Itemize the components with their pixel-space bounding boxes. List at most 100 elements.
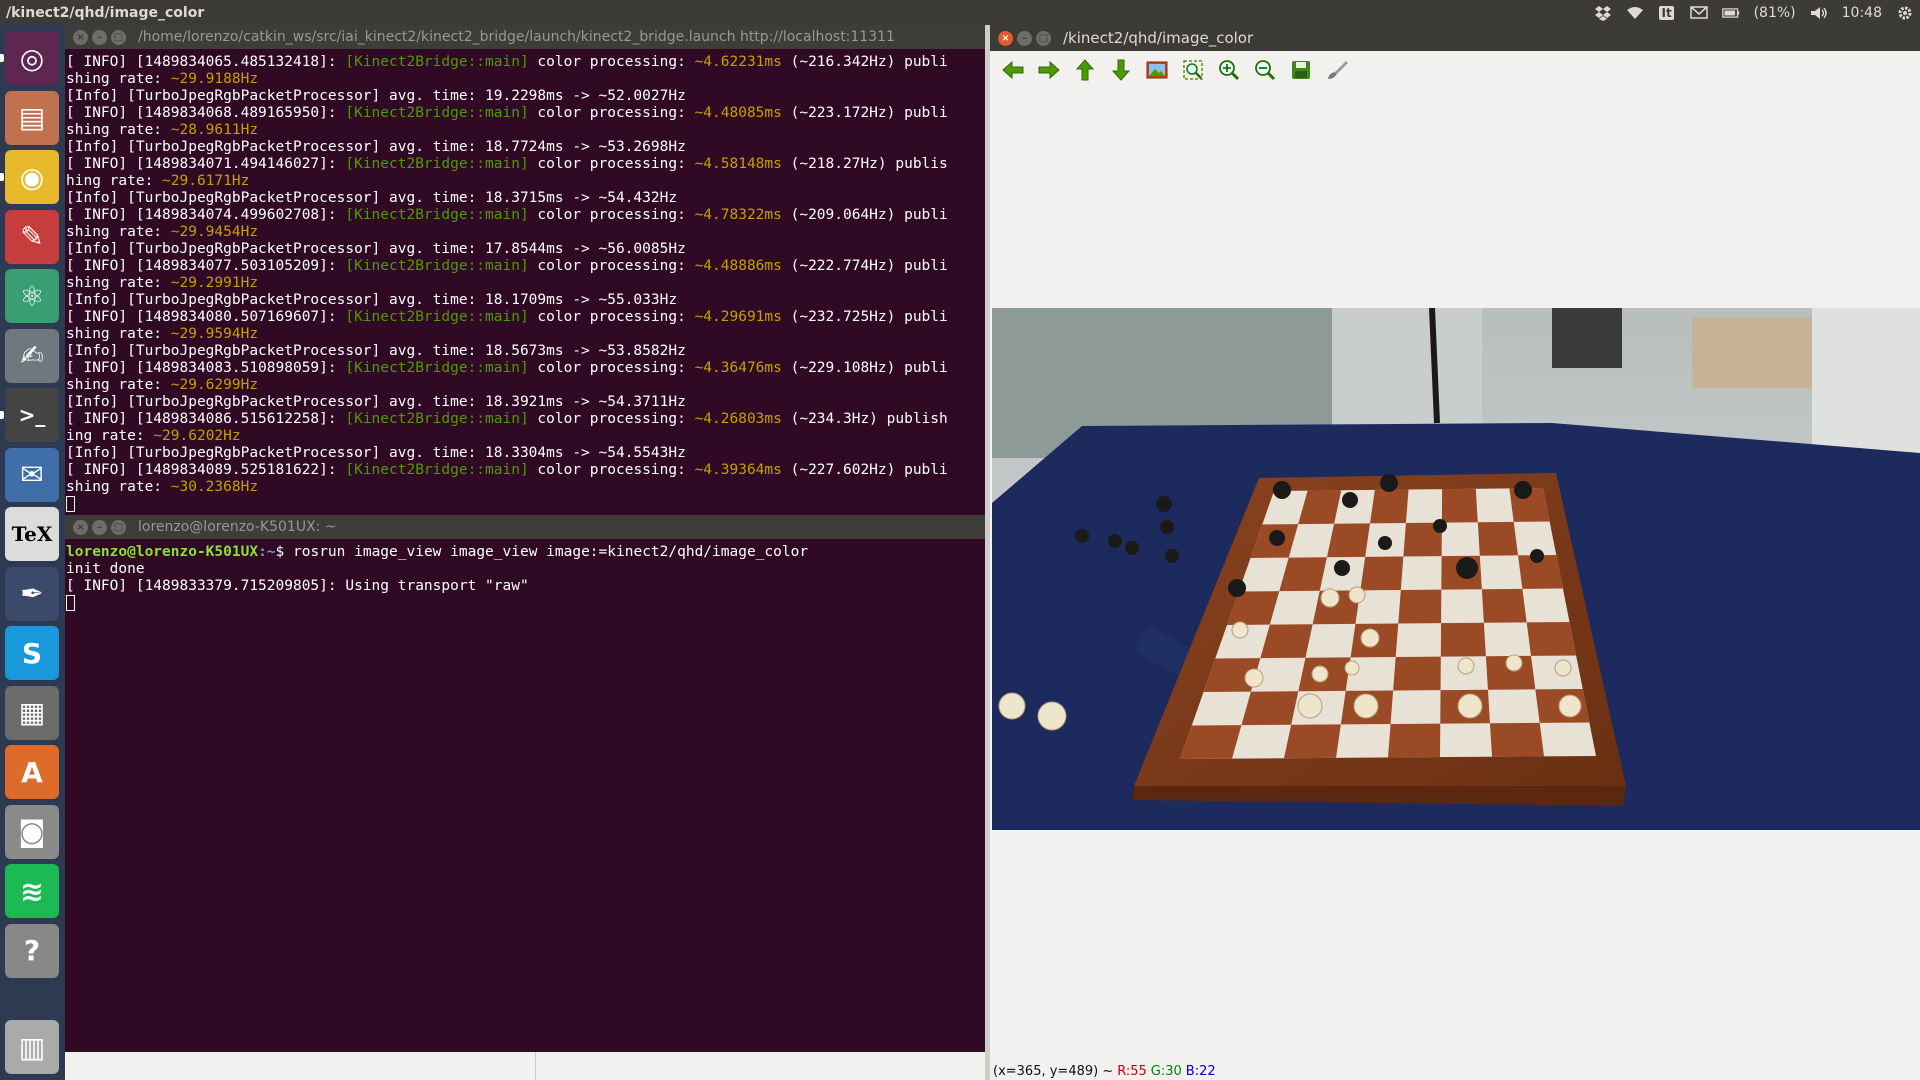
thunderbird-icon[interactable]: ✉ — [5, 447, 59, 502]
texmaker-icon-glyph: TeX — [11, 522, 53, 546]
log-segment: [ INFO] [1489834065.485132418]: — [66, 54, 346, 70]
board-square — [1370, 489, 1409, 524]
image-view-window[interactable]: × – □ /kinect2/qhd/image_color (x=365, y… — [990, 25, 1920, 1080]
terminal-roslaunch[interactable]: × – □ /home/lorenzo/catkin_ws/src/iai_ki… — [65, 25, 985, 515]
log-segment: shing rate: — [66, 122, 171, 138]
pixel-r: R:55 — [1117, 1063, 1147, 1079]
image-view-statusbar: (x=365, y=489) ~ R:55 G:30 B:22 — [993, 1062, 1216, 1080]
terminal-output[interactable]: lorenzo@lorenzo-K501UX:~$ rosrun image_v… — [65, 539, 985, 613]
log-segment: [Info] [TurboJpegRgbPacketProcessor] avg… — [66, 394, 686, 410]
arrow-right-icon[interactable] — [1036, 58, 1061, 83]
log-segment: color processing: — [528, 207, 695, 223]
evince-icon[interactable]: ✎ — [5, 209, 59, 264]
log-segment: ~4.62231ms — [694, 54, 782, 70]
log-segment: (~229.108Hz) publi — [781, 360, 948, 376]
dropbox-icon[interactable] — [1594, 4, 1612, 22]
minimize-button[interactable]: – — [92, 29, 107, 45]
save-icon[interactable] — [1288, 58, 1313, 83]
board-square — [1326, 523, 1371, 558]
zoom-fit-icon[interactable] — [1180, 58, 1205, 83]
volume-icon[interactable] — [1810, 4, 1828, 22]
keyboard-icon[interactable]: It — [1658, 4, 1676, 22]
camera-icon[interactable]: ◙ — [5, 804, 59, 859]
log-segment: color processing: — [528, 54, 695, 70]
image-icon[interactable] — [1144, 58, 1169, 83]
arrow-left-icon[interactable] — [1000, 58, 1025, 83]
spotify-icon[interactable]: ≋ — [5, 864, 59, 918]
log-segment: ~29.9594Hz — [170, 326, 259, 342]
arrow-up-icon[interactable] — [1072, 58, 1097, 83]
log-segment: ~4.48085ms — [694, 105, 782, 121]
top-panel: /kinect2/qhd/image_color It (81%) 10:48 — [0, 0, 1920, 25]
help-icon[interactable]: ? — [5, 923, 59, 978]
terminal-icon[interactable]: >_ — [5, 388, 59, 442]
log-segment: color processing: — [528, 258, 695, 274]
trash-icon-glyph: ▥ — [18, 1030, 46, 1064]
calculator-icon[interactable]: ▦ — [5, 685, 59, 740]
log-segment: shing rate: — [66, 224, 171, 240]
texmaker-icon[interactable]: TeX — [5, 507, 59, 561]
zoom-out-icon[interactable] — [1252, 58, 1277, 83]
chrome-icon[interactable]: ◉ — [5, 150, 59, 204]
log-segment: ~4.78322ms — [694, 207, 782, 223]
log-segment: ~4.36476ms — [694, 360, 782, 376]
mail-icon[interactable] — [1689, 4, 1708, 22]
brush-icon[interactable] — [1324, 58, 1349, 83]
inkscape-icon-glyph: ✒ — [20, 577, 44, 610]
ubuntu-dash-icon[interactable]: ◎ — [5, 31, 59, 85]
log-segment: ~29.6299Hz — [170, 377, 259, 393]
log-segment: (~234.3Hz) publish — [781, 411, 948, 427]
system-tray: It (81%) 10:48 — [1594, 0, 1914, 25]
software-center-icon[interactable]: A — [5, 745, 59, 799]
maximize-button[interactable]: □ — [111, 519, 126, 535]
minimize-button[interactable]: – — [1017, 30, 1032, 46]
minimize-button[interactable]: – — [92, 519, 107, 535]
text-cursor — [66, 595, 75, 611]
trash-icon[interactable]: ▥ — [5, 1020, 59, 1074]
pixel-b: B:22 — [1185, 1063, 1216, 1079]
terminal-image-view[interactable]: × – □ lorenzo@lorenzo-K501UX: ~ lorenzo@… — [65, 515, 985, 1052]
close-button[interactable]: × — [73, 29, 88, 45]
atom-icon[interactable]: ⚛ — [5, 269, 59, 323]
inkscape-icon[interactable]: ✒ — [5, 566, 59, 621]
log-segment: ~29.2991Hz — [170, 275, 259, 291]
log-segment: color processing: — [528, 360, 695, 376]
log-segment: ing rate: — [66, 428, 154, 444]
atom-icon-glyph: ⚛ — [19, 279, 45, 313]
thunderbird-icon-glyph: ✉ — [20, 458, 44, 491]
gear-icon[interactable] — [1896, 4, 1914, 22]
camera-image[interactable] — [992, 308, 1920, 830]
terminal-titlebar: × – □ lorenzo@lorenzo-K501UX: ~ — [65, 515, 985, 539]
wifi-icon[interactable] — [1626, 4, 1644, 22]
zoom-in-icon[interactable] — [1216, 58, 1241, 83]
camera-icon-glyph: ◙ — [18, 815, 46, 848]
maximize-button[interactable]: □ — [111, 29, 126, 45]
maximize-button[interactable]: □ — [1036, 30, 1051, 46]
log-segment: [Kinect2Bridge::main] — [345, 462, 529, 478]
output-line: init done — [66, 561, 145, 577]
log-segment: (~216.342Hz) publi — [781, 54, 948, 70]
terminal-output[interactable]: [ INFO] [1489834065.485132418]: [Kinect2… — [65, 49, 985, 514]
close-button[interactable]: × — [73, 519, 88, 535]
log-segment: [Info] [TurboJpegRgbPacketProcessor] avg… — [66, 241, 686, 257]
board-square — [1360, 556, 1404, 591]
skype-icon[interactable]: S — [5, 626, 59, 680]
log-segment: shing rate: — [66, 479, 171, 495]
log-segment: [ INFO] [1489834080.507169607]: — [66, 309, 346, 325]
close-button[interactable]: × — [998, 30, 1013, 46]
text-editor-icon[interactable]: ✍ — [5, 328, 59, 383]
text-editor-icon-glyph: ✍ — [20, 339, 44, 372]
log-segment: (~232.725Hz) publi — [781, 309, 948, 325]
files-icon[interactable]: ▤ — [5, 90, 59, 145]
log-segment: [Info] [TurboJpegRgbPacketProcessor] avg… — [66, 88, 686, 104]
board-square — [1388, 723, 1441, 758]
arrow-down-icon[interactable] — [1108, 58, 1133, 83]
battery-icon[interactable] — [1721, 4, 1740, 22]
log-segment: [ INFO] [1489834089.525181622]: — [66, 462, 346, 478]
running-indicator — [0, 54, 4, 62]
log-segment: [Kinect2Bridge::main] — [345, 54, 529, 70]
board-square — [1441, 488, 1478, 523]
camera-image-render — [992, 308, 1920, 830]
clock[interactable]: 10:48 — [1842, 5, 1882, 21]
log-segment: shing rate: — [66, 326, 171, 342]
